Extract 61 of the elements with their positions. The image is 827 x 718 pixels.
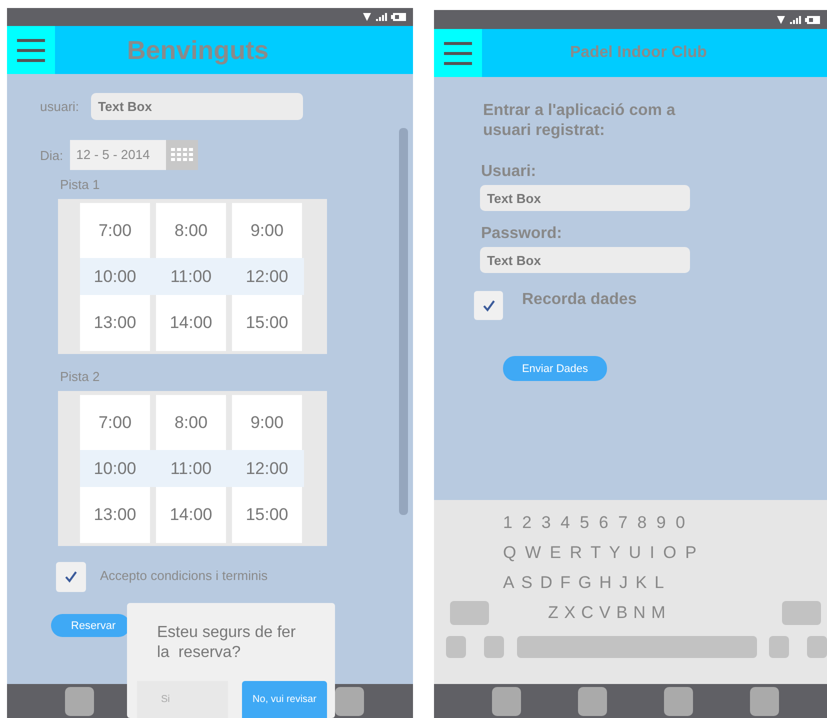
keyboard-keys[interactable]: Q W E R T Y U I O P — [503, 543, 696, 563]
scrollbar[interactable] — [399, 128, 408, 515]
keyboard-key[interactable] — [807, 636, 827, 658]
menu-icon[interactable] — [7, 26, 55, 74]
time-slot[interactable]: 11:00 — [156, 258, 226, 295]
checkbox-label: Accepto condicions i terminis — [100, 568, 268, 582]
time-slot[interactable]: 15:00 — [232, 295, 302, 351]
time-slot[interactable]: 7:00 — [80, 395, 150, 450]
court-label: Pista 1 — [60, 177, 100, 193]
checkbox[interactable] — [56, 562, 86, 592]
field-label: usuari: — [40, 99, 80, 114]
time-slot[interactable]: 9:00 — [232, 203, 302, 258]
username-field[interactable]: Text Box — [91, 93, 304, 120]
dialog-message: Esteu segurs de fer la reserva? — [157, 623, 297, 663]
time-slot[interactable]: 12:00 — [232, 450, 302, 487]
time-slot[interactable]: 8:00 — [156, 395, 226, 450]
time-slot[interactable]: 14:00 — [156, 295, 226, 351]
keyboard-key[interactable] — [446, 636, 466, 658]
nav-button[interactable] — [664, 686, 693, 716]
reserve-button[interactable]: Reservar — [51, 614, 130, 637]
app-title: Padel Indoor Club — [570, 44, 707, 62]
keyboard-key[interactable] — [769, 636, 789, 658]
calendar-icon[interactable] — [166, 140, 198, 170]
status-icons — [777, 14, 821, 24]
intro-text: Entrar a l'aplicació com a usuari registrat: — [483, 101, 676, 141]
court-label: Pista 2 — [60, 369, 100, 385]
time-slot[interactable]: 10:00 — [80, 258, 150, 295]
nav-button[interactable] — [335, 686, 364, 716]
time-slot[interactable]: 10:00 — [80, 450, 150, 487]
time-slot[interactable]: 12:00 — [232, 258, 302, 295]
keyboard-key[interactable] — [484, 636, 504, 658]
dialog-button[interactable]: No, vui revisar — [242, 681, 327, 718]
time-slot[interactable]: 11:00 — [156, 450, 226, 487]
nav-button[interactable] — [750, 686, 779, 716]
nav-button[interactable] — [65, 686, 94, 716]
username-field[interactable]: Text Box — [480, 185, 690, 211]
field-label: Password: — [481, 225, 562, 243]
checkbox[interactable] — [474, 291, 503, 320]
keyboard-keys[interactable]: A S D F G H J K L — [503, 573, 664, 593]
menu-icon[interactable] — [434, 29, 482, 77]
date-field[interactable]: 12 - 5 - 2014 — [70, 140, 166, 170]
app-title: Benvinguts — [127, 34, 269, 66]
keyboard-keys[interactable]: 1 2 3 4 5 6 7 8 9 0 — [503, 513, 686, 533]
time-slot[interactable]: 9:00 — [232, 395, 302, 450]
time-slot[interactable]: 15:00 — [232, 487, 302, 543]
field-label: Usuari: — [481, 163, 536, 181]
check-icon — [482, 300, 494, 312]
nav-button[interactable] — [578, 686, 607, 716]
time-slot[interactable]: 13:00 — [80, 487, 150, 543]
time-slot[interactable]: 14:00 — [156, 487, 226, 543]
time-slot[interactable]: 13:00 — [80, 295, 150, 351]
status-icons — [363, 12, 407, 22]
field-label: Dia: — [40, 148, 64, 162]
password-field[interactable]: Text Box — [480, 247, 690, 273]
check-icon — [65, 571, 77, 583]
checkbox-label: Recorda dades — [522, 291, 637, 309]
send-button[interactable]: Enviar Dades — [503, 356, 607, 381]
time-slot[interactable]: 8:00 — [156, 203, 226, 258]
time-slot[interactable]: 7:00 — [80, 203, 150, 258]
keyboard-keys[interactable]: Z X C V B N M — [548, 603, 666, 623]
nav-button[interactable] — [492, 686, 521, 716]
